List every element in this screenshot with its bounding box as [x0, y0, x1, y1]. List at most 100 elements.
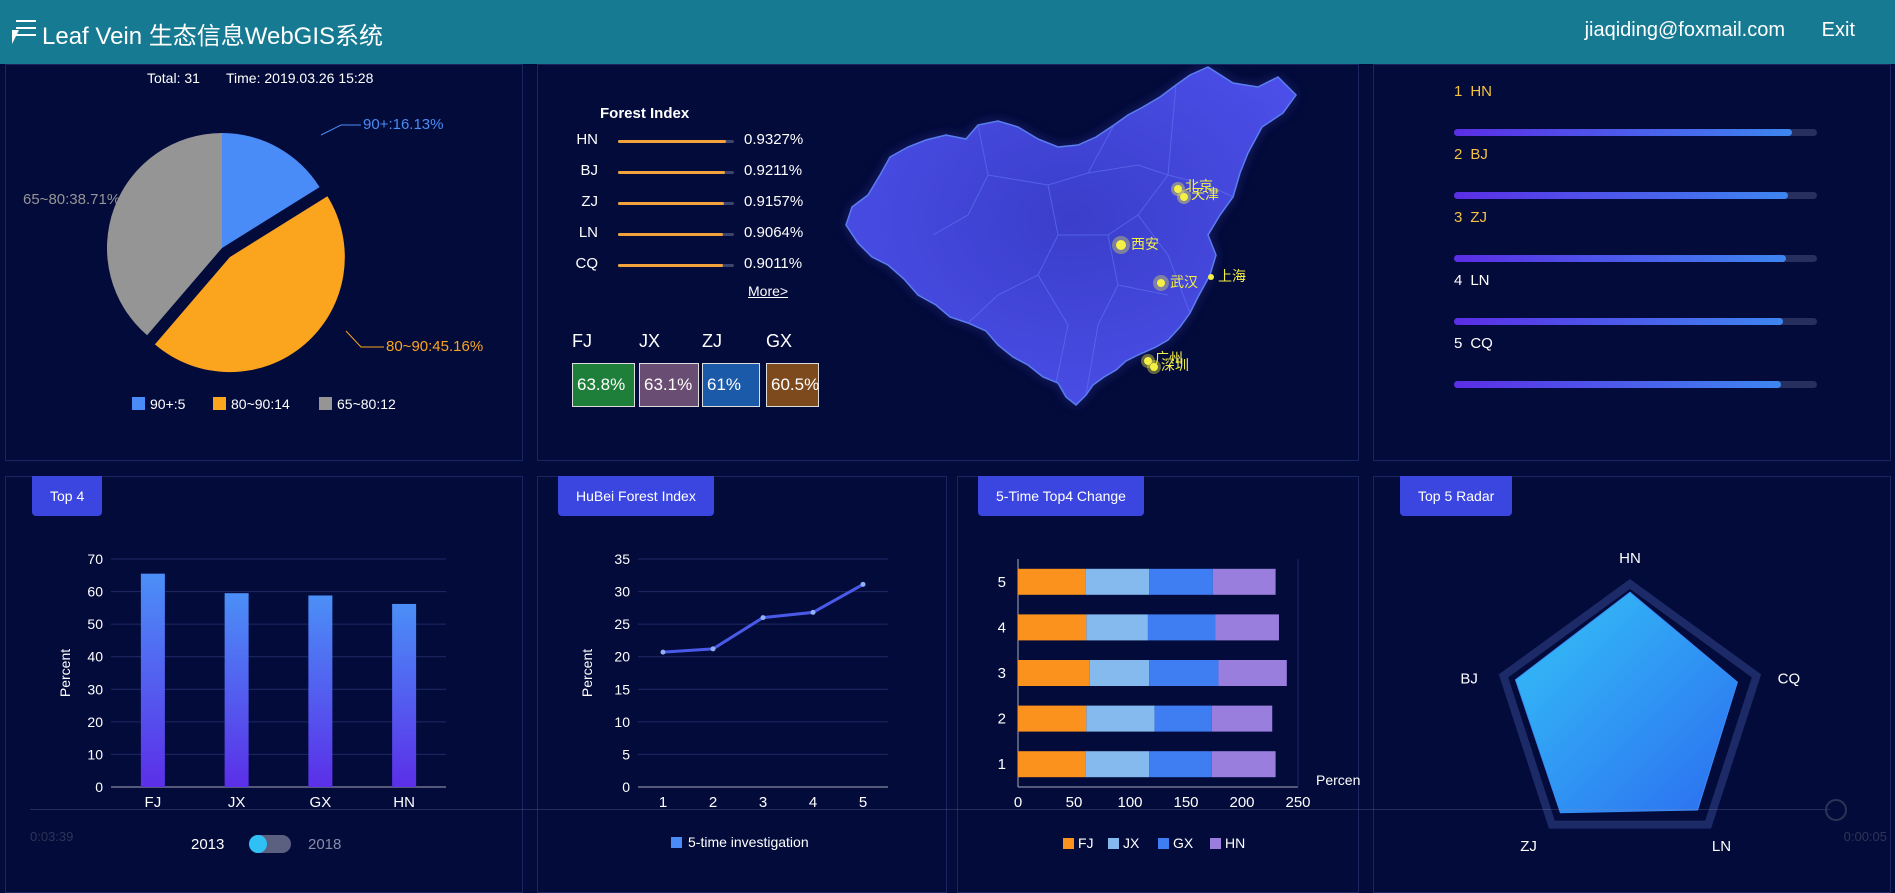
stack-ytick: 1	[998, 756, 1006, 773]
radar-chart: HN CQ LN ZJ BJ	[1460, 550, 1800, 855]
hubei-point[interactable]	[810, 609, 816, 615]
top4-ytick: 40	[87, 649, 103, 665]
hubei-point[interactable]	[660, 649, 666, 655]
ranking-panel: 1 HN 2 BJ 3 ZJ 4 LN 5 CQ	[1373, 64, 1891, 461]
stack-bar-hn-1[interactable]	[1211, 751, 1276, 778]
pie-leader-80-90	[345, 330, 384, 348]
year-toggle[interactable]	[249, 835, 291, 853]
stack-bar-fj-4[interactable]	[1018, 614, 1087, 641]
legend-80-90[interactable]: 80~90:14	[231, 396, 290, 412]
forest-index-value: 0.9327%	[744, 131, 804, 148]
forest-index-row-bj: BJ 0.9211%	[568, 162, 802, 182]
stack-bar-jx-1[interactable]	[1085, 751, 1150, 778]
forest-index-value: 0.9011%	[744, 255, 803, 272]
stack-bar-gx-5[interactable]	[1149, 568, 1213, 595]
hubei-ytick: 20	[614, 649, 630, 665]
province-box-gx[interactable]: 60.5%	[766, 363, 819, 407]
city-marker-wuhan	[1157, 279, 1165, 287]
stack-ytick: 2	[998, 711, 1006, 728]
pie-label-80-90: 80~90:45.16%	[386, 338, 483, 355]
top4-bar-jx[interactable]	[224, 593, 249, 787]
city-marker-tianjin	[1180, 193, 1188, 201]
hubei-line-chart: 0 5 10 15 20 25 30 35 Percent 1 2 3 4 5 5-time invest…	[579, 551, 888, 850]
stack-xtick: 50	[1066, 794, 1083, 811]
hubei-legend-swatch	[671, 837, 682, 848]
hubei-ylabel: Percent	[579, 649, 595, 697]
stack-xlabel: Percent	[1316, 772, 1360, 788]
top4-xtick: GX	[310, 794, 332, 811]
user-email[interactable]: jiaqiding@foxmail.com	[1585, 19, 1785, 42]
legend-65-80[interactable]: 65~80:12	[337, 396, 396, 412]
city-label-shenzhen: 深圳	[1161, 357, 1189, 373]
city-label-xian: 西安	[1131, 236, 1159, 252]
top4-ytick: 30	[87, 681, 103, 697]
stack-bar-fj-5[interactable]	[1018, 568, 1086, 595]
rank-bar-track	[1454, 318, 1817, 325]
stack-bar-gx-2[interactable]	[1154, 705, 1212, 732]
more-link[interactable]: More>	[748, 283, 788, 299]
china-outline[interactable]	[845, 66, 1297, 407]
stack-bar-fj-2[interactable]	[1018, 705, 1087, 732]
stack-bar-fj-3[interactable]	[1018, 660, 1090, 686]
stack-bar-hn-5[interactable]	[1212, 568, 1276, 595]
top4-bar-fj[interactable]	[140, 573, 165, 787]
province-box-fj[interactable]: 63.8%	[572, 363, 635, 407]
stack-legend-fj[interactable]: FJ	[1078, 835, 1094, 851]
legend-90plus[interactable]: 90+:5	[150, 396, 186, 412]
stack-legend-swatch-jx	[1108, 838, 1119, 849]
hubei-xtick: 1	[659, 794, 667, 811]
stack-bar-gx-4[interactable]	[1147, 614, 1216, 641]
hubei-ytick: 0	[622, 779, 630, 795]
five-time-tab[interactable]: 5-Time Top4 Change	[978, 476, 1144, 516]
forest-index-name: HN	[576, 131, 598, 148]
city-marker-xian	[1116, 240, 1126, 250]
hubei-legend[interactable]: 5-time investigation	[688, 834, 809, 850]
city-label-wuhan: 武汉	[1170, 274, 1198, 290]
top4-bar-gx[interactable]	[308, 595, 333, 787]
hubei-point[interactable]	[760, 615, 766, 621]
distribution-pie-panel: Total: 31 Time: 2019.03.26 15:28 90+:16.…	[5, 64, 523, 461]
forest-index-row-hn: HN 0.9327%	[568, 131, 803, 151]
top4-bar-hn[interactable]	[392, 603, 417, 787]
stack-bar-jx-5[interactable]	[1085, 568, 1150, 595]
rank-bar-track	[1454, 381, 1817, 388]
top4-tab[interactable]: Top 4	[32, 476, 103, 516]
forest-index-bar	[618, 171, 725, 174]
hubei-tab[interactable]: HuBei Forest Index	[558, 476, 714, 516]
stack-bar-gx-3[interactable]	[1149, 660, 1219, 686]
china-map[interactable]: 北京 天津 西安 武汉 上海 广州 深圳	[838, 65, 1338, 425]
province-label-fj: FJ	[572, 331, 592, 351]
forest-index-bar	[618, 140, 727, 143]
stack-bar-hn-2[interactable]	[1211, 705, 1273, 732]
radar-tab[interactable]: Top 5 Radar	[1400, 476, 1513, 516]
stack-bar-jx-3[interactable]	[1089, 660, 1150, 686]
forest-index-title: Forest Index	[600, 105, 690, 122]
menu-icon[interactable]	[16, 20, 36, 38]
legend-swatch-90plus	[132, 397, 145, 410]
stack-bar-gx-1[interactable]	[1149, 751, 1212, 778]
stack-legend-jx[interactable]: JX	[1123, 835, 1140, 851]
hubei-point[interactable]	[860, 581, 866, 587]
radar-panel: Top 5 Radar HN CQ LN ZJ BJ	[1373, 476, 1891, 893]
province-box-jx[interactable]: 63.1%	[639, 363, 699, 407]
stack-bar-jx-2[interactable]	[1086, 705, 1155, 732]
stack-bar-fj-1[interactable]	[1018, 751, 1086, 778]
year-start-label: 2013	[191, 836, 225, 853]
year-toggle-knob[interactable]	[249, 835, 267, 853]
exit-button[interactable]: Exit	[1822, 19, 1855, 42]
stack-legend-hn[interactable]: HN	[1225, 835, 1245, 851]
stack-legend-swatch-hn	[1210, 838, 1221, 849]
hubei-point[interactable]	[710, 646, 716, 652]
stack-bar-hn-4[interactable]	[1215, 614, 1279, 641]
pie-label-65-80: 65~80:38.71%	[23, 191, 120, 208]
province-box-zj[interactable]: 61%	[702, 363, 760, 407]
forest-index-bar-track	[618, 140, 734, 143]
app-title: Leaf Vein 生态信息WebGIS系统	[42, 23, 384, 50]
stack-bar-hn-3[interactable]	[1218, 660, 1287, 686]
radar-area[interactable]	[1514, 591, 1738, 814]
rank-label-zj: 3 ZJ	[1454, 209, 1488, 226]
app-header: Leaf Vein 生态信息WebGIS系统 jiaqiding@foxmail…	[0, 0, 1895, 64]
hubei-ytick: 30	[614, 584, 630, 600]
stack-legend-gx[interactable]: GX	[1173, 835, 1194, 851]
stack-bar-jx-4[interactable]	[1086, 614, 1148, 641]
